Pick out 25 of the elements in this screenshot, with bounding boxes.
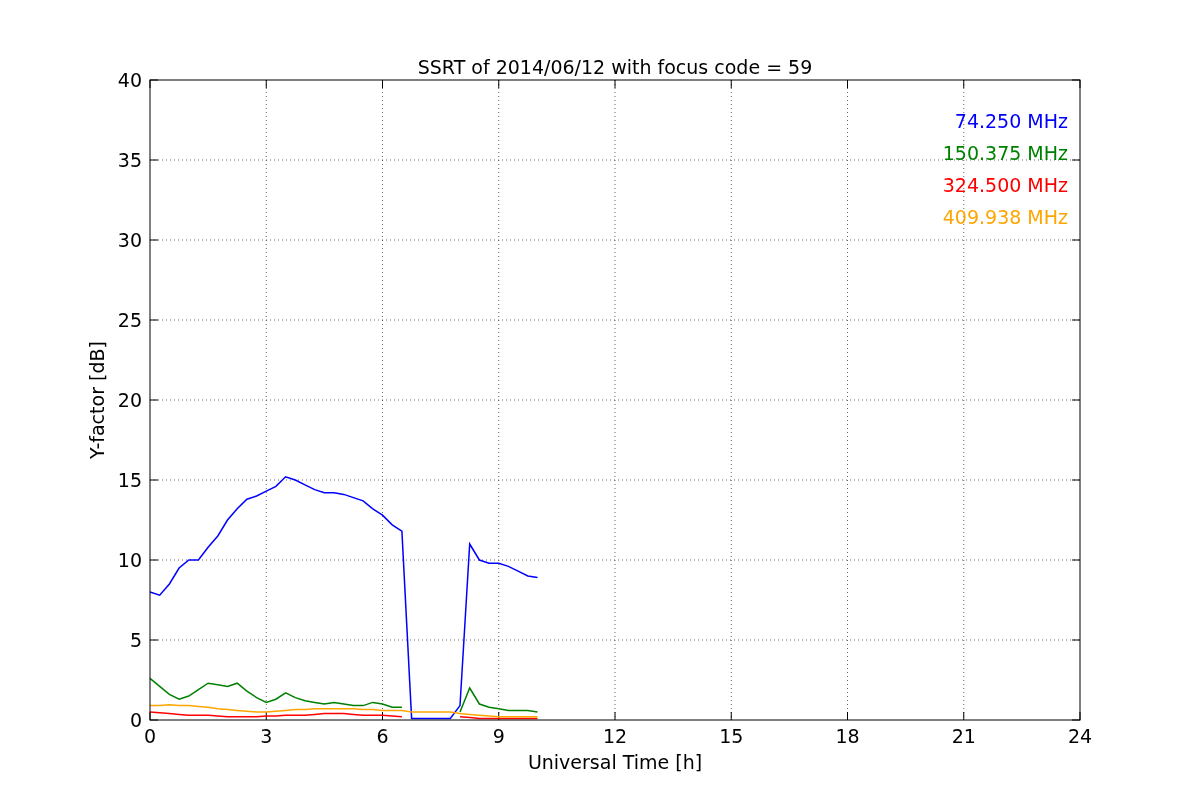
y-tick-label: 15 [117, 469, 142, 491]
x-tick-label: 15 [719, 725, 744, 747]
x-tick-label: 12 [602, 725, 628, 747]
y-tick-label: 35 [117, 149, 142, 171]
y-tick-label: 25 [117, 309, 142, 331]
x-tick-label: 24 [1067, 725, 1093, 747]
x-tick-label: 9 [492, 725, 505, 747]
y-tick-label: 30 [117, 229, 142, 251]
y-tick-label: 5 [129, 629, 142, 651]
x-tick-label: 21 [951, 725, 976, 747]
chart-title: SSRT of 2014/06/12 with focus code = 59 [417, 56, 813, 78]
x-tick-label: 3 [260, 725, 273, 747]
y-axis-label: Y-factor [dB] [86, 341, 108, 459]
legend-label: 74.250 MHz [954, 110, 1068, 132]
legend-label: 324.500 MHz [942, 174, 1068, 196]
y-tick-label: 40 [117, 69, 142, 91]
y-tick-label: 10 [117, 549, 142, 571]
legend-label: 150.375 MHz [942, 142, 1068, 164]
y-tick-label: 20 [117, 389, 142, 411]
x-tick-label: 0 [143, 725, 157, 747]
x-tick-label: 18 [835, 725, 860, 747]
y-tick-label: 0 [129, 709, 142, 731]
x-axis-label: Universal Time [h] [527, 751, 703, 773]
x-tick-label: 6 [376, 725, 389, 747]
legend-label: 409.938 MHz [942, 206, 1068, 228]
